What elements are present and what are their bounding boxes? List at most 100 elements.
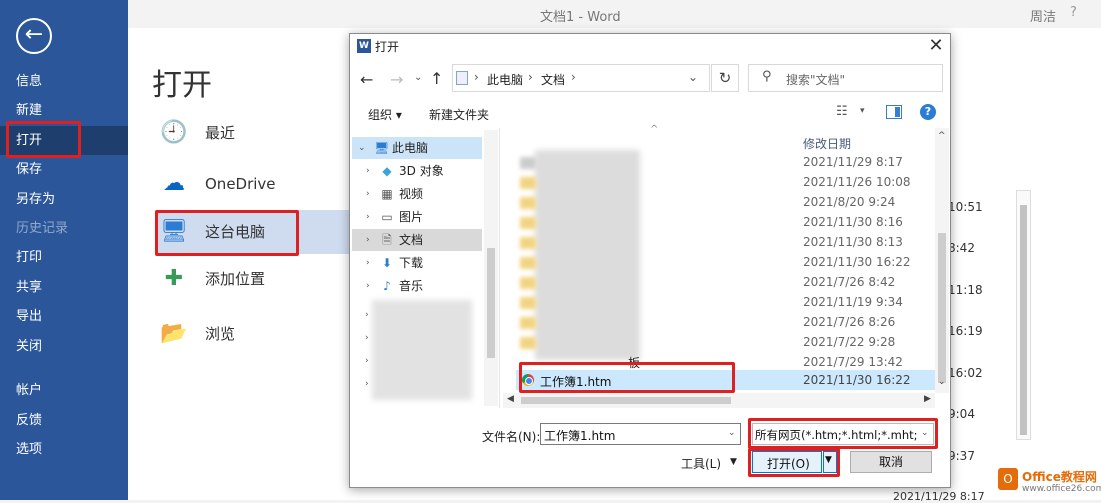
chevron-down-icon[interactable]: ⌄ [728, 428, 736, 438]
chevron-down-icon[interactable]: ▾ [860, 106, 865, 116]
search-input[interactable] [748, 64, 943, 92]
tree-item-music[interactable]: › ♪ 音乐 [352, 275, 482, 297]
clock-icon: 🕘 [160, 120, 188, 145]
tree-scrollbar[interactable] [484, 130, 498, 406]
sidebar-item-save-as[interactable]: 另存为 [0, 185, 128, 214]
file-date: 2021/7/29 13:42 [803, 355, 903, 369]
sidebar-item-close[interactable]: 关闭 [0, 332, 128, 361]
file-date: 2021/11/26 10:08 [803, 175, 911, 189]
sidebar-item-info[interactable]: 信息 [0, 67, 128, 96]
tree-item-pictures[interactable]: › ▭ 图片 [352, 206, 482, 228]
scroll-right-icon[interactable]: ▶ [924, 394, 931, 404]
sidebar-item-options[interactable]: 选项 [0, 435, 128, 464]
chevron-right-icon[interactable]: › [365, 356, 369, 366]
cube-icon: ◆ [382, 164, 392, 178]
breadcrumb-this-pc[interactable]: 此电脑 [487, 71, 523, 88]
up-arrow-icon[interactable]: ↑ [430, 69, 443, 88]
chevron-down-icon[interactable]: ▼ [730, 457, 737, 467]
folder-icon [520, 297, 536, 309]
filename-label: 文件名(N): [482, 430, 541, 444]
folder-icon [520, 197, 536, 209]
breadcrumb-documents[interactable]: 文档 [541, 71, 565, 88]
chevron-right-icon[interactable]: › [365, 333, 369, 343]
sidebar-item-share[interactable]: 共享 [0, 273, 128, 302]
cancel-button[interactable]: 取消 [850, 451, 932, 473]
recent-time: 16:19 [948, 324, 983, 338]
recent-locations-chevron-icon[interactable]: ⌄ [414, 72, 422, 83]
folder-icon: 📂 [160, 321, 188, 346]
search-icon: ⚲ [762, 69, 772, 84]
recent-time: 2021/11/29 8:17 [893, 490, 985, 503]
recent-scrollbar[interactable] [1016, 190, 1031, 440]
backstage-sidebar: ← 信息 新建 打开 保存 另存为 历史记录 打印 共享 导出 关闭 帐户 反馈… [0, 0, 128, 500]
scroll-left-icon[interactable]: ◀ [507, 394, 514, 404]
chevron-right-icon[interactable]: › [528, 70, 533, 84]
chevron-down-icon[interactable]: ⌄ [688, 70, 698, 84]
highlight-this-pc-box [155, 210, 299, 256]
scroll-up-icon[interactable]: ^ [938, 131, 946, 141]
close-icon[interactable]: ✕ [926, 36, 946, 56]
computer-icon: 🖥 [374, 141, 390, 155]
help-icon[interactable]: ? [920, 104, 936, 120]
file-date: 2021/7/26 8:42 [803, 275, 896, 289]
sidebar-item-export[interactable]: 导出 [0, 302, 128, 331]
location-add-place[interactable]: ✚ 添加位置 [155, 257, 350, 301]
page-title: 打开 [152, 68, 212, 103]
file-date: 2021/7/26 8:26 [803, 315, 896, 329]
watermark-url: www.office26.com [1022, 484, 1101, 494]
column-header-date[interactable]: 修改日期 [803, 135, 851, 152]
folder-icon [520, 337, 536, 349]
sidebar-item-feedback[interactable]: 反馈 [0, 406, 128, 435]
tree-item-documents[interactable]: › 🗎 文档 [352, 229, 482, 251]
highlight-open-button-box [748, 448, 840, 477]
highlight-open-box [6, 121, 81, 158]
tree-item-downloads[interactable]: › ⬇ 下载 [352, 252, 482, 274]
chevron-right-icon[interactable]: › [474, 70, 479, 84]
document-location-icon [456, 71, 468, 85]
help-icon[interactable]: ? [1070, 5, 1077, 20]
sidebar-item-print[interactable]: 打印 [0, 243, 128, 272]
preview-pane-icon[interactable] [886, 105, 902, 119]
folder-icon [520, 277, 536, 289]
tree-item-videos[interactable]: › ▦ 视频 [352, 183, 482, 205]
refresh-icon[interactable]: ↻ [711, 64, 739, 92]
dialog-title: 打开 [375, 40, 400, 54]
recent-time: 11:18 [948, 283, 983, 297]
office-logo-icon: O [998, 468, 1018, 490]
picture-icon: ▭ [381, 210, 393, 224]
tools-button[interactable]: 工具(L) [681, 455, 721, 472]
organize-button[interactable]: 组织 ▾ [368, 106, 402, 123]
view-options-icon[interactable]: ☷ [836, 104, 848, 119]
recent-time: 16:02 [948, 366, 983, 380]
tree-item-this-pc[interactable]: ⌄ 🖥 此电脑 [352, 137, 482, 159]
sort-up-icon: ^ [650, 124, 659, 135]
tree-item-3d-objects[interactable]: › ◆ 3D 对象 [352, 160, 482, 182]
file-icon [520, 157, 536, 169]
file-date: 2021/11/30 16:22 [803, 255, 911, 269]
new-folder-button[interactable]: 新建文件夹 [429, 106, 489, 123]
location-onedrive[interactable]: ☁ OneDrive [155, 162, 350, 206]
plus-icon: ✚ [164, 266, 184, 291]
scroll-down-icon[interactable]: ⌄ [938, 377, 946, 387]
filename-value[interactable]: 工作簿1.htm [544, 427, 615, 444]
recent-time: 10:51 [948, 200, 983, 214]
sidebar-item-save[interactable]: 保存 [0, 155, 128, 184]
folder-icon [520, 237, 536, 249]
highlight-file-type-box [748, 418, 938, 449]
word-icon: W [357, 39, 371, 53]
back-arrow-icon[interactable]: ← [16, 18, 52, 54]
location-browse[interactable]: 📂 浏览 [155, 312, 350, 356]
file-date: 2021/11/29 8:17 [803, 155, 903, 169]
recent-time: 9:04 [948, 407, 975, 421]
sidebar-item-account[interactable]: 帐户 [0, 376, 128, 405]
forward-arrow-icon[interactable]: → [390, 70, 403, 89]
location-recent[interactable]: 🕘 最近 [155, 111, 350, 155]
back-arrow-icon[interactable]: ← [360, 70, 373, 89]
file-list-scrollbar[interactable] [935, 128, 949, 393]
chevron-right-icon[interactable]: › [571, 70, 576, 84]
folder-icon [520, 317, 536, 329]
user-name[interactable]: 周洁 [1030, 6, 1056, 25]
chevron-right-icon[interactable]: › [365, 379, 369, 389]
horizontal-scrollbar[interactable] [503, 393, 935, 408]
chevron-right-icon[interactable]: › [365, 310, 369, 320]
